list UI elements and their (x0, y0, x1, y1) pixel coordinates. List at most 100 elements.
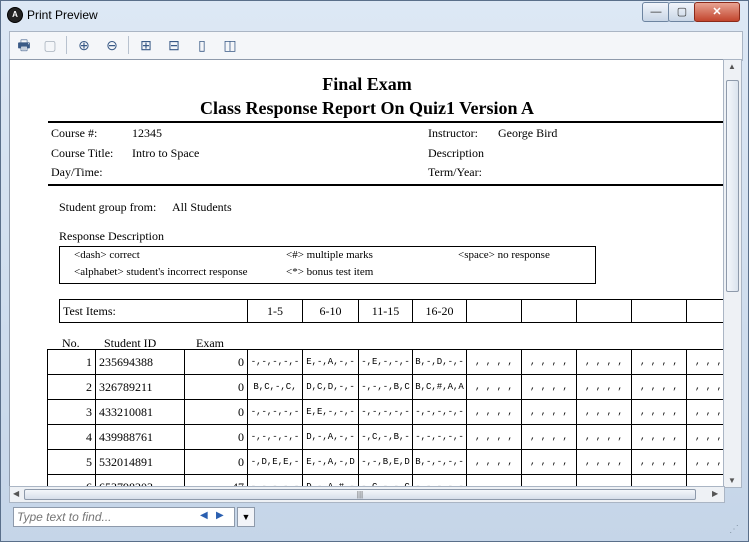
find-options-dropdown[interactable]: ▼ (237, 507, 255, 527)
zoom-in-icon[interactable]: ⊕ (74, 35, 94, 55)
zoom-out-icon[interactable]: ⊖ (102, 35, 122, 55)
response-cell: D,C,D,-,- (302, 374, 359, 400)
response-cell: , , , , (631, 424, 687, 450)
scroll-up-icon[interactable]: ▲ (728, 62, 736, 71)
print-icon[interactable]: 🖶 (14, 35, 34, 55)
response-cell: B,C,-,C, (247, 374, 303, 400)
student-id-cell: 326789211 (95, 374, 185, 400)
response-cell: D,-,A,-,- (302, 424, 359, 450)
response-cell: , , , , (576, 424, 632, 450)
response-cell: , , , , (521, 449, 577, 475)
response-cell: , , , , (521, 374, 577, 400)
find-next-icon[interactable]: ▶ (216, 510, 224, 521)
test-range-header: 11-15 (358, 299, 413, 323)
find-box[interactable]: ◀ ▶ (13, 507, 235, 527)
response-cell: , , , , (521, 424, 577, 450)
test-range-header (631, 299, 687, 323)
one-page-icon[interactable]: ▯ (192, 35, 212, 55)
row-number: 2 (47, 374, 96, 400)
exam-cell: 0 (184, 374, 248, 400)
response-cell: B,-,D,-,- (412, 349, 467, 375)
find-previous-icon[interactable]: ◀ (200, 510, 208, 521)
test-range-header: 6-10 (302, 299, 359, 323)
legend-item: <dash> correct (74, 249, 140, 261)
two-pages-icon[interactable]: ◫ (220, 35, 240, 55)
resize-grip-icon[interactable]: ⋰ (729, 524, 739, 535)
response-cell: -,-,-,-,- (412, 399, 467, 425)
response-cell: -,C,-,B,- (358, 424, 413, 450)
student-id-cell: 532014891 (95, 449, 185, 475)
term-label: Term/Year: (428, 165, 482, 179)
header-rule (48, 121, 724, 123)
exam-cell: 0 (184, 449, 248, 475)
group-value: All Students (172, 200, 232, 214)
response-desc-label: Response Description (59, 229, 164, 243)
row-number: 3 (47, 399, 96, 425)
horizontal-scrollbar[interactable]: ◀ ||| ▶ (9, 486, 725, 503)
maximize-button[interactable]: ▢ (668, 2, 696, 22)
group-label: Student group from: (59, 200, 157, 214)
student-id-cell: 439988761 (95, 424, 185, 450)
window-title: Print Preview (27, 8, 98, 22)
instructor: George Bird (498, 126, 558, 140)
legend-item: <alphabet> student's incorrect response (74, 266, 248, 278)
legend-item: <#> multiple marks (286, 249, 373, 261)
response-cell: -,-,-,-,- (247, 424, 303, 450)
response-cell: B,C,#,A,A (412, 374, 467, 400)
vertical-scroll-thumb[interactable] (726, 80, 739, 292)
toolbar: 🖶 ▢ ⊕ ⊖ ⊞ ⊟ ▯ ◫ (9, 31, 743, 61)
find-bar: ◀ ▶ ▼ ⋰ (9, 503, 741, 537)
response-cell: E,-,A,-,D (302, 449, 359, 475)
print-preview-window: A Print Preview — ▢ ✕ 🖶 ▢ ⊕ ⊖ ⊞ ⊟ ▯ ◫ Fi… (0, 0, 749, 542)
response-cell: , , , , (521, 399, 577, 425)
test-items-label: Test Items: (59, 299, 248, 323)
document-page: Final Exam Class Response Report On Quiz… (9, 59, 725, 487)
test-range-header (521, 299, 577, 323)
response-cell: , , , , (576, 374, 632, 400)
course-num: 12345 (132, 126, 162, 140)
exam-cell: 0 (184, 399, 248, 425)
instructor-label: Instructor: (428, 126, 478, 140)
response-cell: , , , , (631, 449, 687, 475)
course-title-label: Course Title: (51, 146, 114, 160)
scroll-left-icon[interactable]: ◀ (13, 489, 19, 498)
response-cell: B,-,-,-,- (412, 449, 467, 475)
minimize-button[interactable]: — (642, 2, 670, 22)
close-button[interactable]: ✕ (694, 2, 740, 22)
response-cell: , , , , (466, 399, 522, 425)
scroll-down-icon[interactable]: ▼ (728, 476, 736, 485)
title-bar[interactable]: A Print Preview — ▢ ✕ (1, 1, 748, 29)
row-number: 5 (47, 449, 96, 475)
exam-cell: 0 (184, 424, 248, 450)
response-cell: , , , , (686, 449, 724, 475)
response-cell: E,E,-,-,- (302, 399, 359, 425)
student-id-cell: 235694388 (95, 349, 185, 375)
response-cell: , , , , (466, 349, 522, 375)
response-cell: , , , , (631, 399, 687, 425)
scroll-right-icon[interactable]: ▶ (712, 489, 718, 498)
course-title: Intro to Space (132, 146, 200, 160)
response-cell: , , , , (686, 374, 724, 400)
find-input[interactable] (17, 509, 187, 524)
row-number: 4 (47, 424, 96, 450)
response-cell: , , , , (631, 349, 687, 375)
vertical-scrollbar[interactable]: ▲ ▼ (723, 59, 742, 488)
course-num-label: Course #: (51, 126, 98, 140)
response-cell: , , , , (466, 449, 522, 475)
fit-page-icon[interactable]: ⊞ (136, 35, 156, 55)
response-cell: -,-,-,B,C (358, 374, 413, 400)
description-label: Description (428, 146, 484, 160)
page-width-icon[interactable]: ⊟ (164, 35, 184, 55)
test-range-header (466, 299, 522, 323)
response-cell: -,-,-,-,- (247, 349, 303, 375)
horizontal-scroll-thumb[interactable]: ||| (24, 489, 696, 500)
response-cell: , , , , (576, 349, 632, 375)
info-rule (48, 184, 724, 186)
response-cell: -,-,B,E,D (358, 449, 413, 475)
student-id-cell: 433210081 (95, 399, 185, 425)
page-setup-icon[interactable]: ▢ (40, 35, 60, 55)
response-cell: , , , , (521, 349, 577, 375)
response-cell: E,-,A,-,- (302, 349, 359, 375)
response-cell: -,-,-,-,- (358, 399, 413, 425)
exam-cell: 0 (184, 349, 248, 375)
